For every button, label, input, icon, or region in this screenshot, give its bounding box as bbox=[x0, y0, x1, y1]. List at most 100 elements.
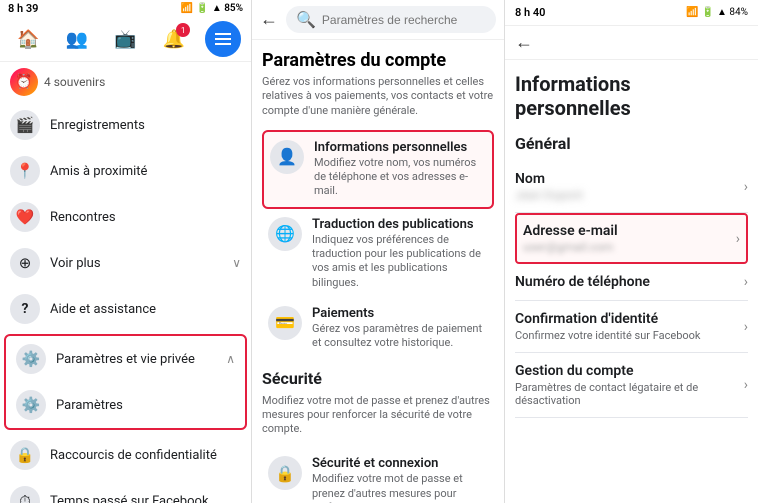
recordings-label: Enregistrements bbox=[50, 118, 145, 133]
security-desc: Modifiez votre mot de passe et prenez d'… bbox=[262, 394, 494, 437]
phone-chevron: › bbox=[744, 274, 748, 290]
time-facebook-icon: ⏱ bbox=[10, 486, 40, 503]
middle-top-bar: ← 🔍 bbox=[252, 0, 504, 40]
right-status-icons: 📶 🔋 ▲ 84% bbox=[686, 7, 748, 18]
identity-chevron: › bbox=[744, 319, 748, 335]
info-row-identity[interactable]: Confirmation d'identité Confirmez votre … bbox=[515, 301, 748, 353]
sidebar-item-shortcuts[interactable]: 🔒 Raccourcis de confidentialité bbox=[0, 432, 251, 478]
sidebar-item-settings[interactable]: ⚙️ Paramètres bbox=[6, 382, 245, 428]
see-more-icon: ⊕ bbox=[10, 248, 40, 278]
nav-watch[interactable]: 📺 bbox=[107, 21, 143, 57]
info-row-account-mgmt[interactable]: Gestion du compte Paramètres de contact … bbox=[515, 353, 748, 418]
memories-row[interactable]: ⏰ 4 souvenirs bbox=[0, 62, 251, 102]
sidebar-item-help[interactable]: ? Aide et assistance bbox=[0, 286, 251, 332]
middle-section-title: Paramètres du compte bbox=[262, 50, 494, 71]
nav-icons: 🏠 👥 📺 🔔 1 bbox=[0, 17, 251, 62]
translation-icon: 🌐 bbox=[268, 217, 302, 251]
translation-desc: Indiquez vos préférences de traduction p… bbox=[312, 233, 488, 290]
settings-highlighted-group: ⚙️ Paramètres et vie privée ∧ ⚙️ Paramèt… bbox=[4, 334, 247, 430]
time-left: 8 h 39 bbox=[8, 2, 38, 15]
payments-desc: Gérez vos paramètres de paiement et cons… bbox=[312, 322, 488, 351]
payments-title: Paiements bbox=[312, 306, 488, 321]
security-login-title: Sécurité et connexion bbox=[312, 456, 488, 471]
settings-label: Paramètres bbox=[56, 398, 123, 413]
memories-label: 4 souvenirs bbox=[44, 75, 105, 89]
phone-label: Numéro de téléphone bbox=[515, 274, 650, 290]
account-mgmt-chevron: › bbox=[744, 377, 748, 393]
info-row-nom[interactable]: Nom Jean Dupont › bbox=[515, 161, 748, 213]
info-row-email[interactable]: Adresse e-mail user@gmail.com › bbox=[515, 213, 748, 264]
middle-content: Paramètres du compte Gérez vos informati… bbox=[252, 40, 504, 503]
nav-notifications[interactable]: 🔔 1 bbox=[156, 21, 192, 57]
settings-privacy-icon: ⚙️ bbox=[16, 344, 46, 374]
settings-personal-info[interactable]: 👤 Informations personnelles Modifiez vot… bbox=[262, 130, 494, 209]
sidebar-item-nearby[interactable]: 📍 Amis à proximité bbox=[0, 148, 251, 194]
translation-title: Traduction des publications bbox=[312, 217, 488, 232]
help-label: Aide et assistance bbox=[50, 302, 156, 317]
notification-badge: 1 bbox=[176, 23, 190, 37]
nom-value: Jean Dupont bbox=[515, 188, 583, 202]
identity-desc: Confirmez votre identité sur Facebook bbox=[515, 329, 701, 342]
help-icon: ? bbox=[10, 294, 40, 324]
panel-left: 8 h 39 📶 🔋 ▲ 85% 🏠 👥 📺 🔔 1 ⏰ 4 souvenirs bbox=[0, 0, 252, 503]
time-facebook-label: Temps passé sur Facebook bbox=[50, 494, 209, 503]
nav-friends[interactable]: 👥 bbox=[59, 21, 95, 57]
security-login-desc: Modifiez votre mot de passe et prenez d'… bbox=[312, 472, 488, 503]
sidebar-item-see-more[interactable]: ⊕ Voir plus ∨ bbox=[0, 240, 251, 286]
right-section-general: Général bbox=[515, 134, 748, 153]
memories-avatar: ⏰ bbox=[10, 68, 38, 96]
right-title: Informations personnelles bbox=[515, 72, 748, 120]
search-icon: 🔍 bbox=[296, 10, 316, 29]
nav-menu[interactable] bbox=[205, 21, 241, 57]
personal-info-title: Informations personnelles bbox=[314, 140, 486, 155]
sidebar-items: 🎬 Enregistrements 📍 Amis à proximité ❤️ … bbox=[0, 102, 251, 503]
sidebar-item-time-facebook[interactable]: ⏱ Temps passé sur Facebook bbox=[0, 478, 251, 503]
account-mgmt-label: Gestion du compte bbox=[515, 363, 744, 379]
info-row-phone[interactable]: Numéro de téléphone › bbox=[515, 264, 748, 301]
sidebar-item-settings-privacy[interactable]: ⚙️ Paramètres et vie privée ∧ bbox=[6, 336, 245, 382]
status-icons-left: 📶 🔋 ▲ 85% bbox=[181, 3, 243, 14]
payments-icon: 💳 bbox=[268, 306, 302, 340]
panel-right: 8 h 40 📶 🔋 ▲ 84% ← Informations personne… bbox=[505, 0, 758, 503]
settings-translation[interactable]: 🌐 Traduction des publications Indiquez v… bbox=[262, 209, 494, 298]
nom-chevron: › bbox=[744, 179, 748, 195]
search-input[interactable] bbox=[322, 13, 486, 27]
right-back-arrow[interactable]: ← bbox=[515, 32, 533, 53]
sidebar-item-dating[interactable]: ❤️ Rencontres bbox=[0, 194, 251, 240]
search-box[interactable]: 🔍 bbox=[286, 6, 496, 33]
right-content: Informations personnelles Général Nom Je… bbox=[505, 60, 758, 503]
dating-label: Rencontres bbox=[50, 210, 116, 225]
middle-back-arrow[interactable]: ← bbox=[260, 9, 278, 30]
status-bar-left: 8 h 39 📶 🔋 ▲ 85% bbox=[0, 0, 251, 17]
personal-info-desc: Modifiez votre nom, vos numéros de télép… bbox=[314, 156, 486, 199]
recordings-icon: 🎬 bbox=[10, 110, 40, 140]
dating-icon: ❤️ bbox=[10, 202, 40, 232]
right-status-time: 8 h 40 bbox=[515, 6, 545, 19]
settings-privacy-label: Paramètres et vie privée bbox=[56, 352, 195, 367]
shortcuts-label: Raccourcis de confidentialité bbox=[50, 448, 217, 463]
panel-middle: ← 🔍 Paramètres du compte Gérez vos infor… bbox=[252, 0, 505, 503]
security-heading: Sécurité bbox=[262, 369, 494, 388]
account-mgmt-desc: Paramètres de contact légataire et de dé… bbox=[515, 381, 744, 407]
see-more-chevron: ∨ bbox=[232, 256, 241, 270]
right-nav-bar: ← bbox=[505, 26, 758, 60]
see-more-label: Voir plus bbox=[50, 256, 101, 271]
hamburger-icon bbox=[205, 21, 241, 57]
right-top-bar: 8 h 40 📶 🔋 ▲ 84% bbox=[505, 0, 758, 26]
nearby-icon: 📍 bbox=[10, 156, 40, 186]
shortcuts-icon: 🔒 bbox=[10, 440, 40, 470]
nav-home[interactable]: 🏠 bbox=[10, 21, 46, 57]
email-value: user@gmail.com bbox=[523, 240, 618, 254]
nom-label: Nom bbox=[515, 171, 583, 187]
settings-privacy-chevron: ∧ bbox=[226, 352, 235, 366]
security-login-icon: 🔒 bbox=[268, 456, 302, 490]
settings-security-login[interactable]: 🔒 Sécurité et connexion Modifiez votre m… bbox=[262, 448, 494, 503]
nearby-label: Amis à proximité bbox=[50, 164, 147, 179]
settings-payments[interactable]: 💳 Paiements Gérez vos paramètres de paie… bbox=[262, 298, 494, 359]
middle-section-desc: Gérez vos informations personnelles et c… bbox=[262, 75, 494, 118]
personal-info-icon: 👤 bbox=[270, 140, 304, 174]
settings-icon: ⚙️ bbox=[16, 390, 46, 420]
sidebar-item-recordings[interactable]: 🎬 Enregistrements bbox=[0, 102, 251, 148]
email-chevron: › bbox=[736, 231, 740, 247]
identity-label: Confirmation d'identité bbox=[515, 311, 701, 327]
